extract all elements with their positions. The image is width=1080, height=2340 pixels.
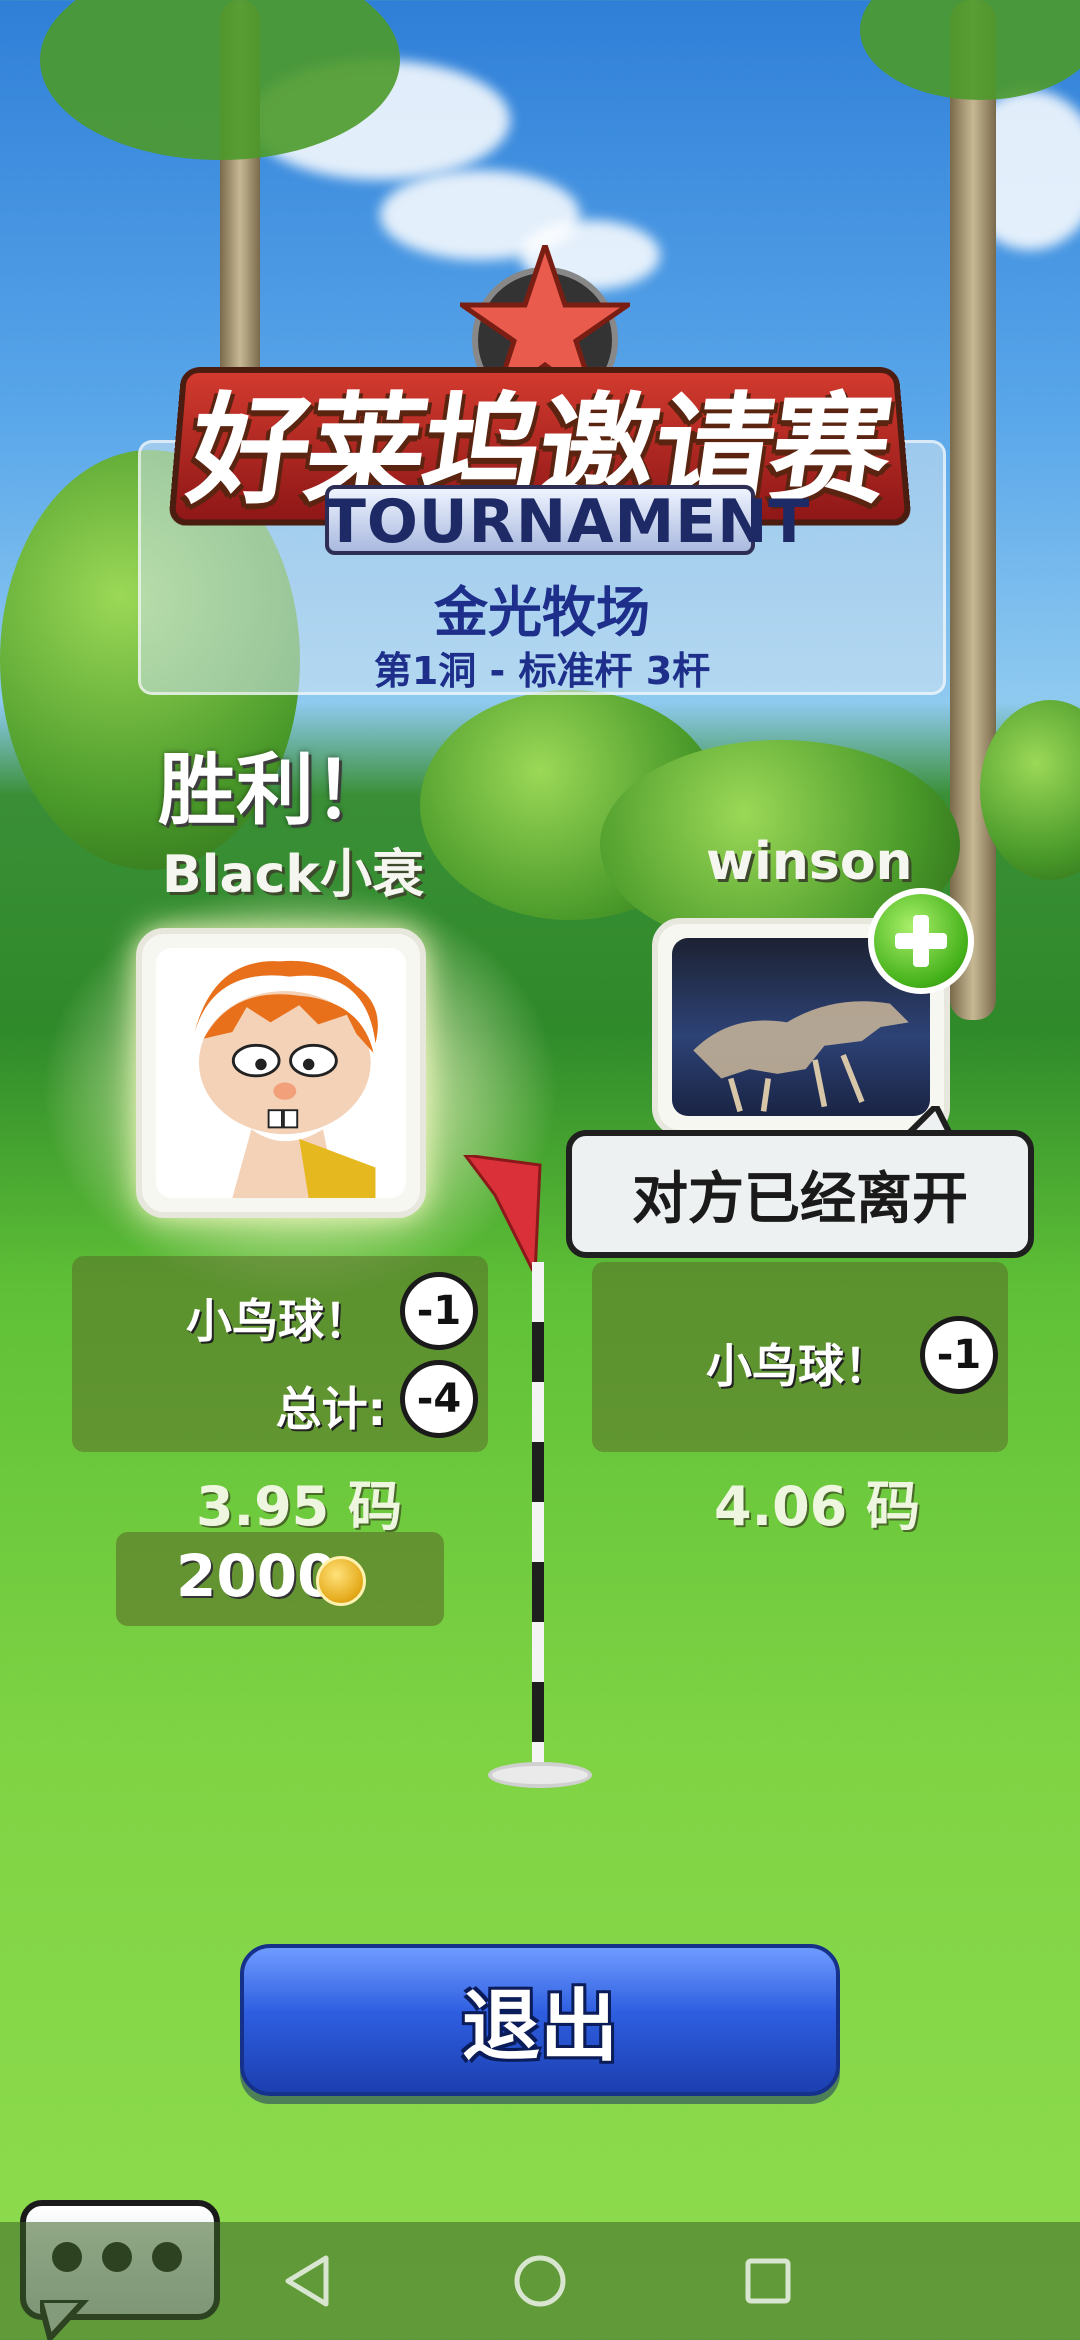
birdie-label-right: 小鸟球！ (706, 1339, 890, 1393)
player-right-distance: 4.06 码 (714, 1475, 921, 1538)
crown-coin-icon (316, 1556, 366, 1606)
course-name: 金光牧场 (434, 581, 650, 644)
flag-pole (532, 1262, 544, 1787)
exit-button[interactable]: 退出 (240, 1944, 840, 2096)
birdie-score-badge: -1 (400, 1272, 478, 1350)
total-label: 总计: (275, 1382, 386, 1436)
add-friend-button[interactable] (868, 888, 974, 994)
tournament-subtitle: TOURNAMENT (325, 487, 811, 557)
coin-reward-value: 2000 (176, 1542, 338, 1610)
plus-icon (895, 915, 947, 967)
hole-info: 第1洞 - 标准杆 3杆 (373, 649, 711, 693)
nav-home-button[interactable] (505, 2246, 575, 2316)
golf-hole (488, 1762, 592, 1788)
player-left-name: Black小衰 (162, 845, 424, 905)
square-recents-icon (745, 2258, 791, 2304)
player-right-name: winson (706, 832, 913, 892)
opponent-left-bubble: 对方已经离开 (566, 1130, 1034, 1258)
red-flag-icon (463, 1155, 542, 1275)
circle-home-icon (514, 2255, 566, 2307)
nav-back-button[interactable] (272, 2246, 342, 2316)
nav-recents-button[interactable] (733, 2246, 803, 2316)
birdie-score-badge-right: -1 (920, 1316, 998, 1394)
palm-tree-right (950, 0, 996, 1020)
player-left-distance: 3.95 码 (196, 1475, 403, 1538)
tournament-logo: 好莱坞邀请赛 TOURNAMENT (155, 245, 925, 575)
player-left-avatar[interactable] (136, 928, 426, 1218)
triangle-back-icon (285, 2255, 329, 2307)
total-score-badge: -4 (400, 1360, 478, 1438)
cartoon-avatar-image (156, 948, 406, 1198)
birdie-label: 小鸟球！ (186, 1294, 370, 1348)
victory-text: 胜利！ (158, 746, 393, 836)
